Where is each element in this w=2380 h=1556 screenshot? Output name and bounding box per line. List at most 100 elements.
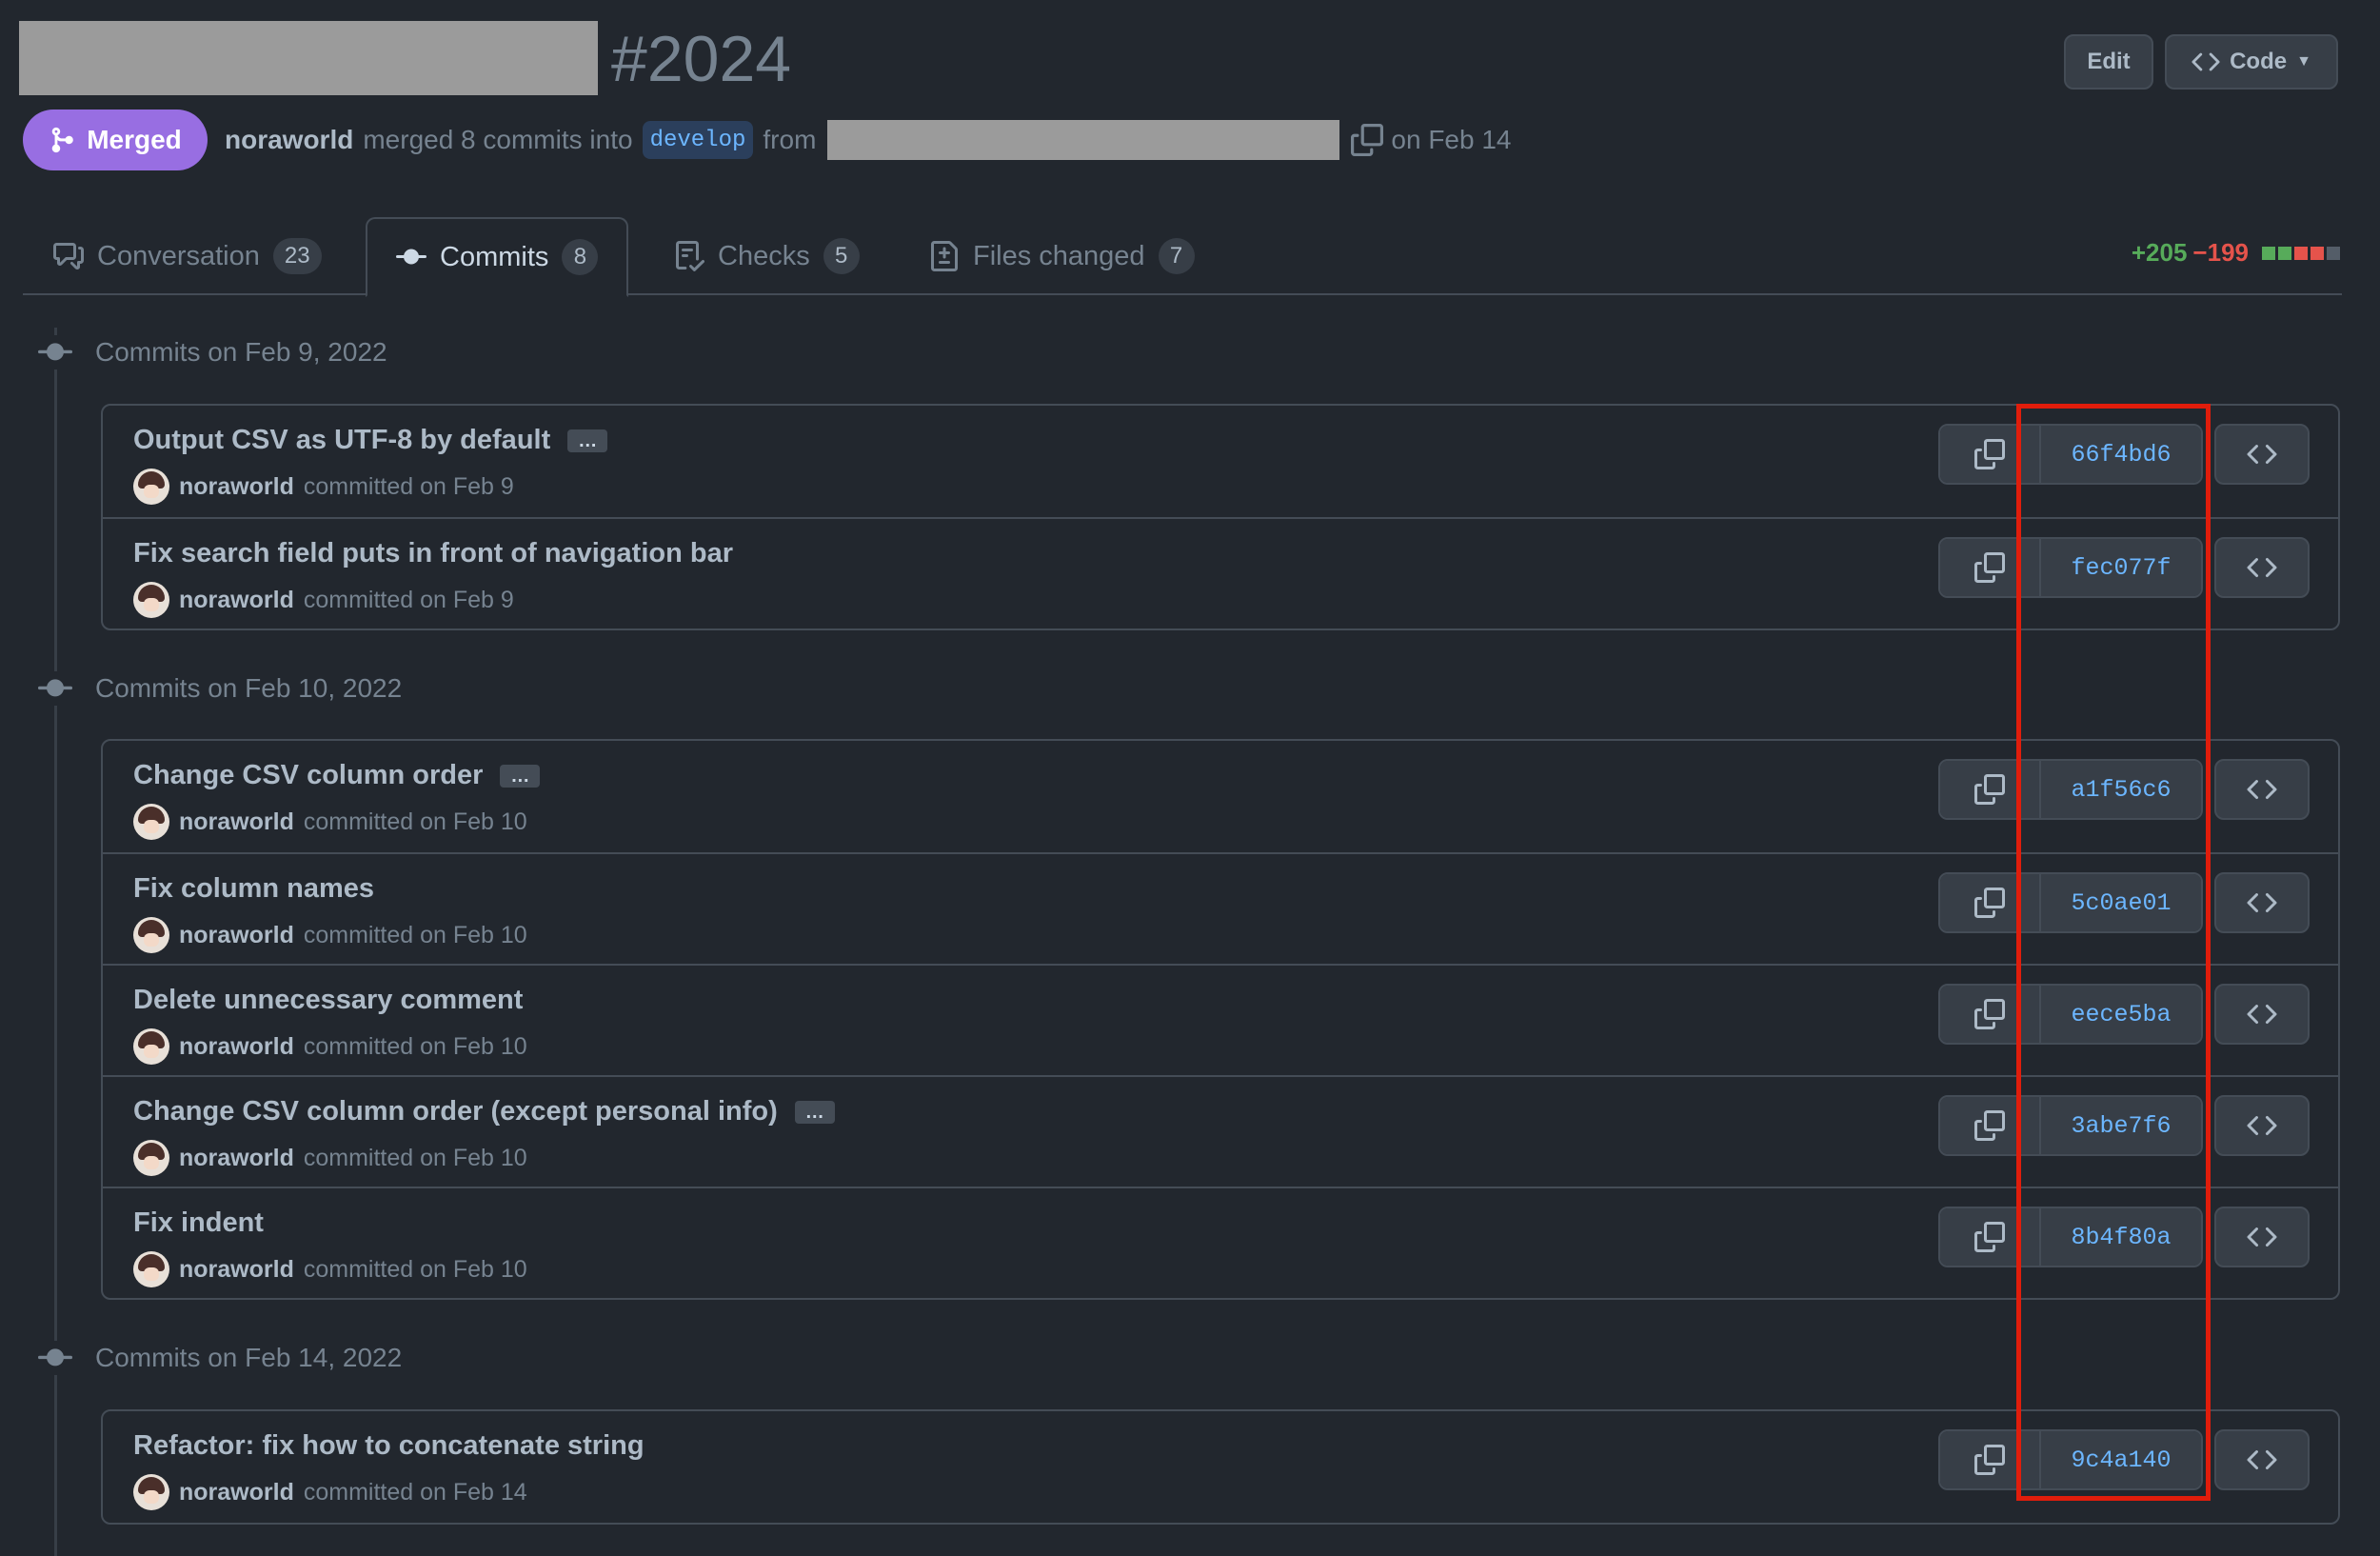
tab-files-changed-count: 7 (1158, 238, 1195, 274)
code-icon (2247, 1004, 2277, 1025)
avatar[interactable] (133, 804, 169, 840)
commit-date: committed on Feb 9 (303, 586, 514, 613)
from-label: from (763, 125, 817, 154)
git-commit-icon (38, 671, 72, 706)
commit-message: Fix column names (133, 873, 374, 905)
commit-author-link[interactable]: noraworld (179, 1479, 294, 1506)
commit-author-link[interactable]: noraworld (179, 473, 294, 501)
edit-button[interactable]: Edit (2064, 34, 2153, 90)
expand-message-button[interactable]: … (500, 764, 541, 788)
browse-repo-button[interactable] (2214, 537, 2310, 598)
base-branch-link[interactable]: develop (642, 121, 754, 159)
tab-commits[interactable]: Commits 8 (366, 217, 629, 297)
commit-message-link[interactable]: Delete unnecessary comment (133, 985, 523, 1016)
copy-icon (1974, 888, 2005, 918)
commit-day-label: Commits on Feb 14, 2022 (95, 1343, 403, 1372)
commit-message-link[interactable]: Fix search field puts in front of naviga… (133, 538, 733, 569)
diffstat-block (2278, 246, 2291, 260)
commit-message-link[interactable]: Fix indent (133, 1207, 264, 1239)
code-icon (2247, 779, 2277, 800)
comment-discussion-icon (53, 243, 84, 269)
commit-row: Change CSV column order … noraworld committ… (103, 741, 2338, 852)
commit-meta: noraworld committed on Feb 10 (133, 917, 527, 953)
commit-message: Change CSV column order (except personal… (133, 1096, 835, 1127)
copy-icon (1974, 999, 2005, 1029)
merged-status-badge: Merged (23, 110, 208, 170)
commit-row: Delete unnecessary comment noraworld commi… (103, 964, 2338, 1075)
commit-day-header: Commits on Feb 14, 2022 (38, 1341, 402, 1375)
commit-author-link[interactable]: noraworld (179, 1256, 294, 1284)
browse-repo-button[interactable] (2214, 424, 2310, 485)
avatar[interactable] (133, 582, 169, 618)
avatar[interactable] (133, 1251, 169, 1287)
git-commit-icon (38, 1341, 72, 1375)
git-commit-icon (38, 335, 72, 369)
commit-author-link[interactable]: noraworld (179, 922, 294, 949)
copy-icon (1974, 552, 2005, 583)
tab-commits-count: 8 (562, 239, 599, 275)
commit-author-link[interactable]: noraworld (179, 1033, 294, 1061)
commit-author-link[interactable]: noraworld (179, 808, 294, 836)
commit-message-link[interactable]: Output CSV as UTF-8 by default (133, 425, 550, 456)
commit-row: Fix column names noraworld committed on Fe… (103, 852, 2338, 964)
code-button-label: Code (2230, 49, 2288, 74)
commit-day-label: Commits on Feb 9, 2022 (95, 337, 387, 367)
copy-branch-icon[interactable] (1351, 124, 1384, 156)
avatar[interactable] (133, 1140, 169, 1176)
diffstat: +205 −199 (2132, 238, 2340, 268)
expand-message-button[interactable]: … (567, 429, 608, 452)
git-commit-icon (396, 249, 426, 265)
expand-message-button[interactable]: … (794, 1100, 835, 1124)
tab-conversation[interactable]: Conversation 23 (53, 217, 322, 295)
browse-repo-button[interactable] (2214, 759, 2310, 820)
commit-message: Delete unnecessary comment (133, 985, 523, 1016)
avatar[interactable] (133, 917, 169, 953)
commit-message-link[interactable]: Refactor: fix how to concatenate string (133, 1430, 645, 1462)
commit-message: Change CSV column order … (133, 760, 541, 791)
tab-checks-label: Checks (718, 240, 810, 271)
commit-meta: noraworld committed on Feb 9 (133, 469, 514, 505)
avatar[interactable] (133, 1028, 169, 1065)
commit-row: Change CSV column order (except personal… (103, 1075, 2338, 1187)
commit-meta: noraworld committed on Feb 10 (133, 804, 527, 840)
pr-meta-row: Merged noraworld merged 8 commits into d… (23, 109, 1641, 171)
copy-icon (1974, 439, 2005, 469)
commit-message: Fix indent (133, 1207, 264, 1239)
browse-repo-button[interactable] (2214, 984, 2310, 1045)
commit-row: Fix indent noraworld committed on Feb 10 8b… (103, 1187, 2338, 1298)
browse-repo-button[interactable] (2214, 872, 2310, 933)
diffstat-block (2311, 246, 2324, 260)
redacted-head-branch (827, 120, 1340, 160)
avatar[interactable] (133, 1474, 169, 1510)
commit-row: Fix search field puts in front of naviga… (103, 517, 2338, 628)
diffstat-block (2327, 246, 2340, 260)
sha-column-highlight (2016, 404, 2211, 1501)
code-icon (2247, 1115, 2277, 1136)
browse-repo-button[interactable] (2214, 1429, 2310, 1490)
commit-author-link[interactable]: noraworld (179, 1145, 294, 1172)
tab-conversation-count: 23 (272, 238, 322, 274)
tab-checks[interactable]: Checks 5 (674, 217, 860, 295)
commit-day-label: Commits on Feb 10, 2022 (95, 673, 403, 703)
copy-icon (1974, 1110, 2005, 1141)
commit-date: committed on Feb 10 (303, 1255, 527, 1283)
commit-row: Output CSV as UTF-8 by default … noraworld… (103, 406, 2338, 517)
commit-message-link[interactable]: Change CSV column order (except personal… (133, 1096, 778, 1127)
commit-author-link[interactable]: noraworld (179, 587, 294, 614)
merge-author-link[interactable]: noraworld (225, 125, 353, 155)
diffstat-block (2262, 246, 2275, 260)
code-button[interactable]: Code ▼ (2165, 34, 2338, 90)
code-icon (2192, 52, 2220, 71)
tab-files-changed[interactable]: Files changed 7 (929, 217, 1195, 295)
diffstat-blocks (2262, 246, 2340, 260)
git-merge-icon (51, 127, 73, 153)
commit-date: committed on Feb 10 (303, 1144, 527, 1171)
commit-message-link[interactable]: Change CSV column order (133, 760, 483, 791)
checklist-icon (676, 241, 704, 271)
avatar[interactable] (133, 469, 169, 505)
commit-message-link[interactable]: Fix column names (133, 873, 374, 905)
browse-repo-button[interactable] (2214, 1095, 2310, 1156)
browse-repo-button[interactable] (2214, 1207, 2310, 1267)
merge-description: merged 8 commits into (363, 125, 633, 154)
commit-meta: noraworld committed on Feb 14 (133, 1474, 527, 1510)
